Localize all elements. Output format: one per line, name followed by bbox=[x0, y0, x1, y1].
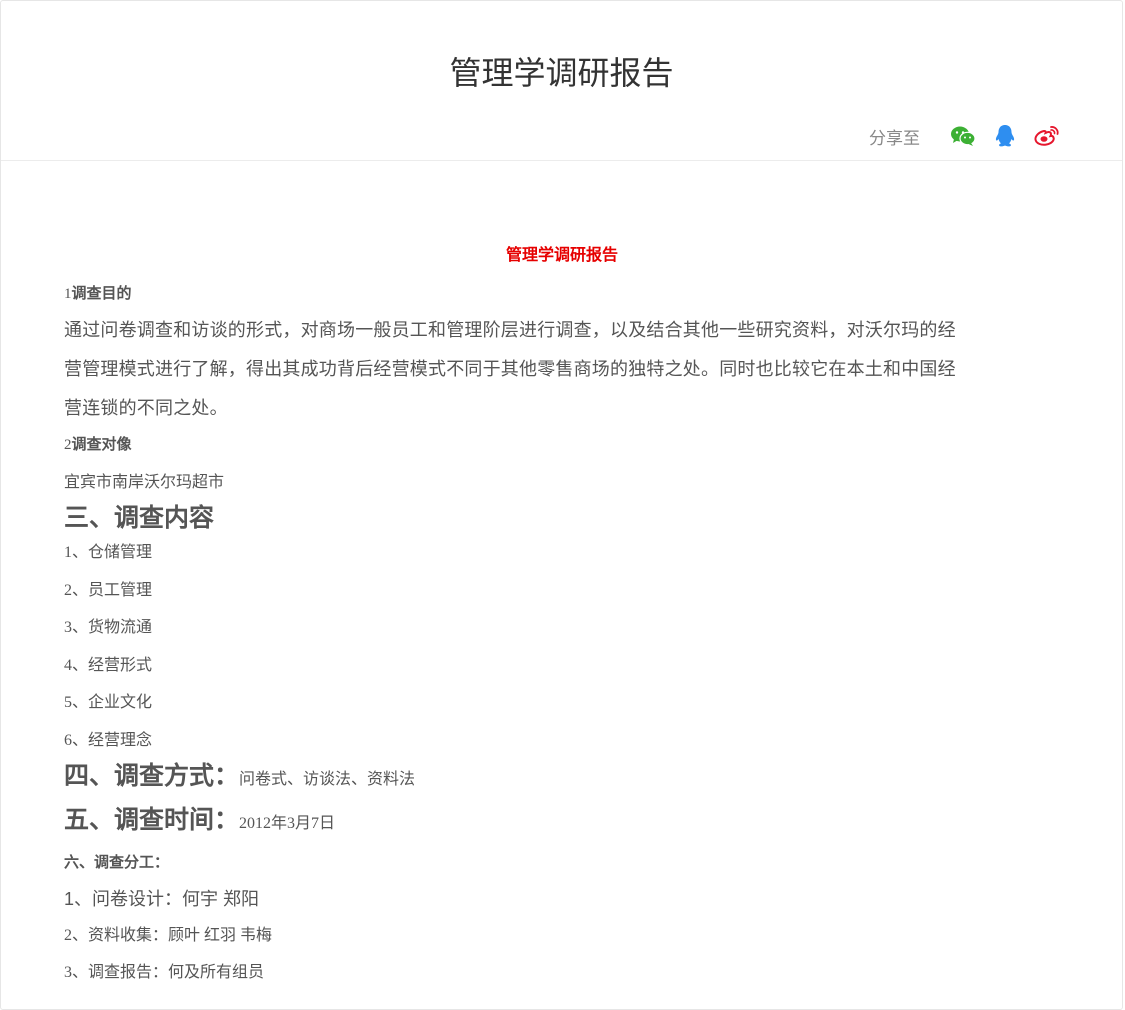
list-item: 1、仓储管理 bbox=[64, 544, 153, 561]
list-item: 6、经营理念 bbox=[64, 731, 153, 749]
doc-heading: 管理学调研报告 bbox=[505, 247, 618, 264]
article-card: 管理学调研报告 分享至 管理学调研报告 1调查目的 通过问卷调查和访谈的形式，对… bbox=[0, 0, 1123, 1010]
section-1-body: 通过问卷调查和访谈的形式，对商场一般员工和管理阶层进行调查，以及结合其他一些研究… bbox=[64, 311, 1060, 428]
list-item: 2、员工管理 bbox=[64, 581, 153, 599]
section-4-heading: 四、调查方式：问卷式、访谈法、资料法 bbox=[64, 758, 1060, 798]
section-5-heading: 五、调查时间：2012年3月7日 bbox=[64, 802, 1060, 842]
share-bar: 分享至 bbox=[869, 121, 1060, 151]
list-item: 2、资料收集：顾叶 红羽 韦梅 bbox=[64, 926, 273, 944]
section-3-list: 1、仓储管理 2、员工管理 3、货物流通 4、经营形式 5、企业文化 6、经营理… bbox=[64, 542, 1060, 752]
section-2-number: 2 bbox=[64, 437, 72, 453]
section-5-title: 五、调查时间： bbox=[64, 805, 240, 834]
section-4-title: 四、调查方式： bbox=[64, 761, 240, 790]
section-4-value: 问卷式、访谈法、资料法 bbox=[239, 770, 416, 788]
share-label: 分享至 bbox=[869, 128, 920, 148]
section-1-title: 调查目的 bbox=[71, 286, 132, 302]
section-1-heading: 1调查目的 bbox=[64, 283, 1060, 305]
article-header: 管理学调研报告 分享至 bbox=[1, 1, 1122, 161]
wechat-icon[interactable] bbox=[950, 123, 976, 149]
weibo-icon[interactable] bbox=[1034, 123, 1060, 149]
body-line: 营管理模式进行了解，得出其成功背后经营模式不同于其他零售商场的独特之处。同时也比… bbox=[64, 359, 956, 379]
list-item: 5、企业文化 bbox=[64, 694, 153, 711]
section-6-heading: 六、调查分工： bbox=[64, 854, 170, 871]
section-1-number: 1 bbox=[64, 286, 72, 302]
page-title: 管理学调研报告 bbox=[449, 55, 674, 91]
section-3-heading: 三、调查内容 bbox=[64, 504, 215, 532]
list-item: 4、经营形式 bbox=[64, 656, 153, 674]
list-item: 3、货物流通 bbox=[64, 619, 153, 636]
article-body: 管理学调研报告 1调查目的 通过问卷调查和访谈的形式，对商场一般员工和管理阶层进… bbox=[1, 245, 1122, 984]
qq-icon[interactable] bbox=[992, 123, 1018, 149]
section-5-value: 2012年3月7日 bbox=[239, 814, 336, 832]
section-2-heading: 2调查对像 bbox=[64, 434, 1060, 456]
body-line: 营连锁的不同之处。 bbox=[64, 398, 228, 418]
list-item: 3、调查报告：何及所有组员 bbox=[64, 963, 265, 981]
section-2-title: 调查对像 bbox=[71, 437, 132, 453]
body-line: 通过问卷调查和访谈的形式，对商场一般员工和管理阶层进行调查，以及结合其他一些研究… bbox=[64, 320, 956, 340]
list-item: 1、问卷设计：何宇 郑阳 bbox=[64, 888, 260, 909]
section-2-body: 宜宾市南岸沃尔玛超市 bbox=[64, 474, 225, 491]
